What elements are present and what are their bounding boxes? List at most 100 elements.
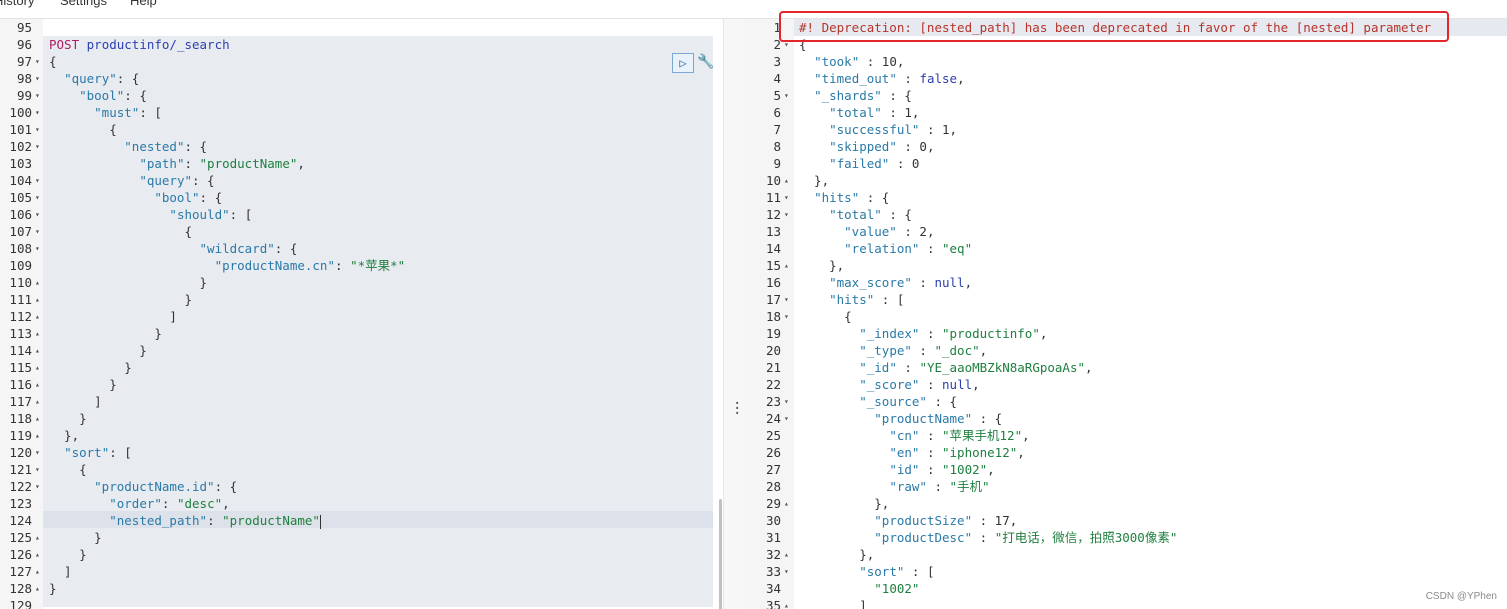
fold-toggle-icon[interactable]: ▴ [784, 546, 789, 563]
run-request-button[interactable]: ▷ [672, 53, 694, 73]
code-text: "total" : 1, [829, 105, 920, 120]
menu-settings[interactable]: Settings [60, 0, 107, 8]
code-text: } [49, 411, 87, 426]
fold-toggle-icon[interactable]: ▴ [35, 529, 40, 546]
code-text: "productName" : { [874, 411, 1003, 426]
menu-help[interactable]: Help [130, 0, 157, 8]
line-number: 101 [9, 122, 32, 137]
fold-toggle-icon[interactable]: ▾ [35, 53, 40, 70]
play-icon: ▷ [679, 56, 687, 70]
code-text: "order": "desc", [109, 496, 230, 511]
fold-toggle-icon[interactable]: ▴ [35, 291, 40, 308]
code-text: "productName.id": { [94, 479, 238, 494]
line-number: 21 [765, 360, 781, 375]
fold-toggle-icon[interactable]: ▴ [35, 342, 40, 359]
fold-toggle-icon[interactable]: ▴ [35, 308, 40, 325]
fold-toggle-icon[interactable]: ▴ [35, 359, 40, 376]
line-number: 106 [9, 207, 32, 222]
code-text: "failed" : 0 [829, 156, 920, 171]
code-text: "query": { [139, 173, 215, 188]
fold-toggle-icon[interactable]: ▾ [35, 240, 40, 257]
line-number: 122 [9, 479, 32, 494]
fold-toggle-icon[interactable]: ▾ [784, 308, 789, 325]
fold-toggle-icon[interactable]: ▴ [35, 274, 40, 291]
fold-toggle-icon[interactable]: ▴ [35, 325, 40, 342]
request-scrollbar[interactable] [719, 499, 722, 609]
fold-toggle-icon[interactable]: ▴ [35, 563, 40, 580]
line-number: 107 [9, 224, 32, 239]
fold-toggle-icon[interactable]: ▾ [35, 87, 40, 104]
line-number: 114 [9, 343, 32, 358]
fold-toggle-icon[interactable]: ▾ [35, 223, 40, 240]
fold-toggle-icon[interactable]: ▾ [35, 70, 40, 87]
fold-toggle-icon[interactable]: ▾ [784, 393, 789, 410]
line-number: 5 [773, 88, 781, 103]
code-text: "productName.cn": "*苹果*" [214, 258, 406, 273]
fold-toggle-icon[interactable]: ▴ [35, 410, 40, 427]
fold-toggle-icon[interactable]: ▾ [35, 104, 40, 121]
code-text: "nested": { [124, 139, 208, 154]
code-text: { [799, 309, 852, 324]
code-text: "_id" : "YE_aaoMBZkN8aRGpoaAs", [859, 360, 1093, 375]
fold-toggle-icon[interactable]: ▾ [35, 461, 40, 478]
fold-toggle-icon[interactable]: ▾ [784, 291, 789, 308]
line-number: 19 [765, 326, 781, 341]
fold-toggle-icon[interactable]: ▾ [784, 206, 789, 223]
line-number: 28 [765, 479, 781, 494]
fold-toggle-icon[interactable]: ▴ [35, 393, 40, 410]
line-number: 23 [765, 394, 781, 409]
line-number: 34 [765, 581, 781, 596]
line-number: 24 [765, 411, 781, 426]
fold-toggle-icon[interactable]: ▴ [784, 172, 789, 189]
fold-toggle-icon[interactable]: ▾ [784, 410, 789, 427]
fold-toggle-icon[interactable]: ▴ [35, 580, 40, 597]
line-number: 16 [765, 275, 781, 290]
line-number: 2 [773, 37, 781, 52]
code-text: "took" : 10, [814, 54, 905, 69]
code-text: "must": [ [94, 105, 162, 120]
fold-toggle-icon[interactable]: ▴ [35, 427, 40, 444]
fold-toggle-icon[interactable]: ▴ [784, 495, 789, 512]
line-number: 121 [9, 462, 32, 477]
menu-history[interactable]: History [0, 0, 34, 8]
line-number: 120 [9, 445, 32, 460]
code-text: } [49, 343, 147, 358]
wrench-icon[interactable]: 🔧 [697, 54, 714, 70]
code-text: "raw" : "手机" [889, 479, 990, 494]
code-text: "_score" : null, [859, 377, 980, 392]
fold-toggle-icon[interactable]: ▾ [35, 189, 40, 206]
fold-toggle-icon[interactable]: ▾ [35, 138, 40, 155]
line-number: 33 [765, 564, 781, 579]
fold-toggle-icon[interactable]: ▾ [35, 444, 40, 461]
code-text: }, [799, 496, 890, 511]
fold-toggle-icon[interactable]: ▾ [784, 563, 789, 580]
fold-toggle-icon[interactable]: ▾ [35, 121, 40, 138]
code-text: "bool": { [79, 88, 147, 103]
code-text: "wildcard": { [199, 241, 298, 256]
fold-toggle-icon[interactable]: ▴ [35, 376, 40, 393]
code-text: } [49, 377, 117, 392]
fold-toggle-icon[interactable]: ▴ [784, 597, 789, 609]
code-text: } [49, 275, 208, 290]
fold-toggle-icon[interactable]: ▴ [784, 257, 789, 274]
request-editor[interactable]: 95 96 POST productinfo/_search 97 ▾{98 ▾ "que… [0, 19, 723, 609]
fold-toggle-icon[interactable]: ▾ [35, 172, 40, 189]
fold-toggle-icon[interactable]: ▾ [784, 87, 789, 104]
code-text: "skipped" : 0, [829, 139, 935, 154]
fold-toggle-icon[interactable]: ▾ [35, 478, 40, 495]
fold-toggle-icon[interactable]: ▾ [35, 206, 40, 223]
code-text: "query": { [64, 71, 140, 86]
line-number: 27 [765, 462, 781, 477]
line-number: 7 [773, 122, 781, 137]
response-viewer[interactable]: 1 #! Deprecation: [nested_path] has been … [744, 19, 1507, 609]
line-number: 96 [16, 37, 32, 52]
code-text: ] [49, 564, 72, 579]
drag-handle-icon[interactable]: · · · [733, 397, 741, 421]
pane-divider[interactable]: · · · [723, 19, 746, 609]
line-number: 95 [16, 20, 32, 35]
code-text: { [49, 122, 117, 137]
fold-toggle-icon[interactable]: ▾ [784, 189, 789, 206]
code-text: "nested_path": "productName" [109, 513, 321, 529]
fold-toggle-icon[interactable]: ▴ [35, 546, 40, 563]
code-text: }, [799, 173, 830, 188]
